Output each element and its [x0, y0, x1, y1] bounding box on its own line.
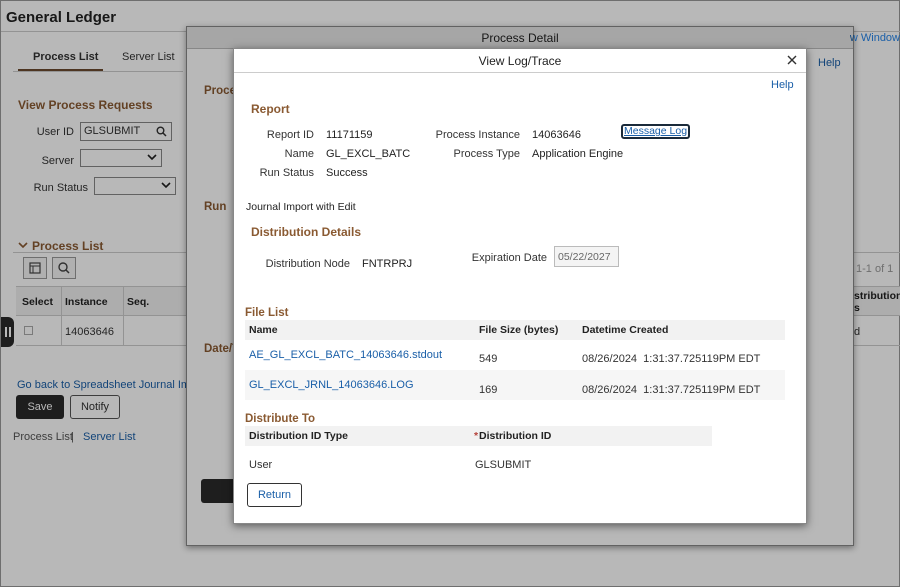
expiration-date-field: 05/22/2027 [554, 246, 619, 267]
file-link[interactable]: GL_EXCL_JRNL_14063646.LOG [249, 379, 414, 391]
file-size: 549 [479, 353, 498, 365]
file-size: 169 [479, 384, 498, 396]
report-id-label: Report ID [266, 129, 314, 141]
process-instance-value: 14063646 [532, 129, 581, 141]
col-file-size: File Size (bytes) [479, 324, 559, 336]
distribution-details-title: Distribution Details [251, 225, 362, 239]
view-log-trace-modal: View Log/Trace Help Report Report ID 111… [233, 48, 807, 524]
report-id-value: 11171159 [326, 129, 373, 141]
file-list-title: File List [245, 307, 289, 319]
name-label: Name [284, 148, 314, 160]
distribution-node-label: Distribution Node [265, 258, 350, 270]
table-row: AE_GL_EXCL_BATC_14063646.stdout 549 08/2… [245, 340, 785, 370]
distribution-id: GLSUBMIT [475, 459, 532, 471]
col-file-name: Name [249, 324, 278, 336]
return-button[interactable]: Return [247, 483, 302, 507]
distribution-id-type: User [249, 459, 273, 471]
col-distribution-id: Distribution ID [479, 430, 552, 442]
required-marker: * [474, 430, 479, 442]
process-instance-label: Process Instance [435, 129, 520, 141]
run-status-value: Success [326, 167, 368, 179]
process-type-value: Application Engine [532, 148, 624, 160]
report-section-title: Report [251, 102, 290, 116]
expiration-date-label: Expiration Date [471, 252, 547, 264]
file-datetime: 08/26/2024 1:31:37.725119PM EDT [582, 384, 761, 396]
table-row: User GLSUBMIT [245, 454, 712, 474]
distribution-node-value: FNTRPRJ [362, 258, 413, 270]
name-value: GL_EXCL_BATC [326, 148, 411, 160]
run-status-label: Run Status [259, 167, 314, 179]
distribute-to-header: Distribution ID Type * Distribution ID [245, 426, 712, 446]
new-window-link[interactable]: New Window [850, 32, 900, 44]
file-datetime: 08/26/2024 1:31:37.725119PM EDT [582, 353, 761, 365]
table-row: GL_EXCL_JRNL_14063646.LOG 169 08/26/2024… [245, 370, 785, 400]
modal-title: View Log/Trace [234, 49, 806, 73]
process-description: Journal Import with Edit [246, 201, 356, 213]
file-link[interactable]: AE_GL_EXCL_BATC_14063646.stdout [249, 349, 442, 361]
col-distribution-id-type: Distribution ID Type [249, 430, 348, 442]
close-icon[interactable] [786, 54, 798, 66]
file-list-header: Name File Size (bytes) Datetime Created [245, 320, 785, 340]
distribute-to-title: Distribute To [245, 413, 316, 425]
message-log-link[interactable]: Message Log [621, 124, 691, 139]
col-datetime-created: Datetime Created [582, 324, 669, 336]
process-type-label: Process Type [453, 148, 520, 160]
modal-help-link[interactable]: Help [771, 79, 794, 91]
